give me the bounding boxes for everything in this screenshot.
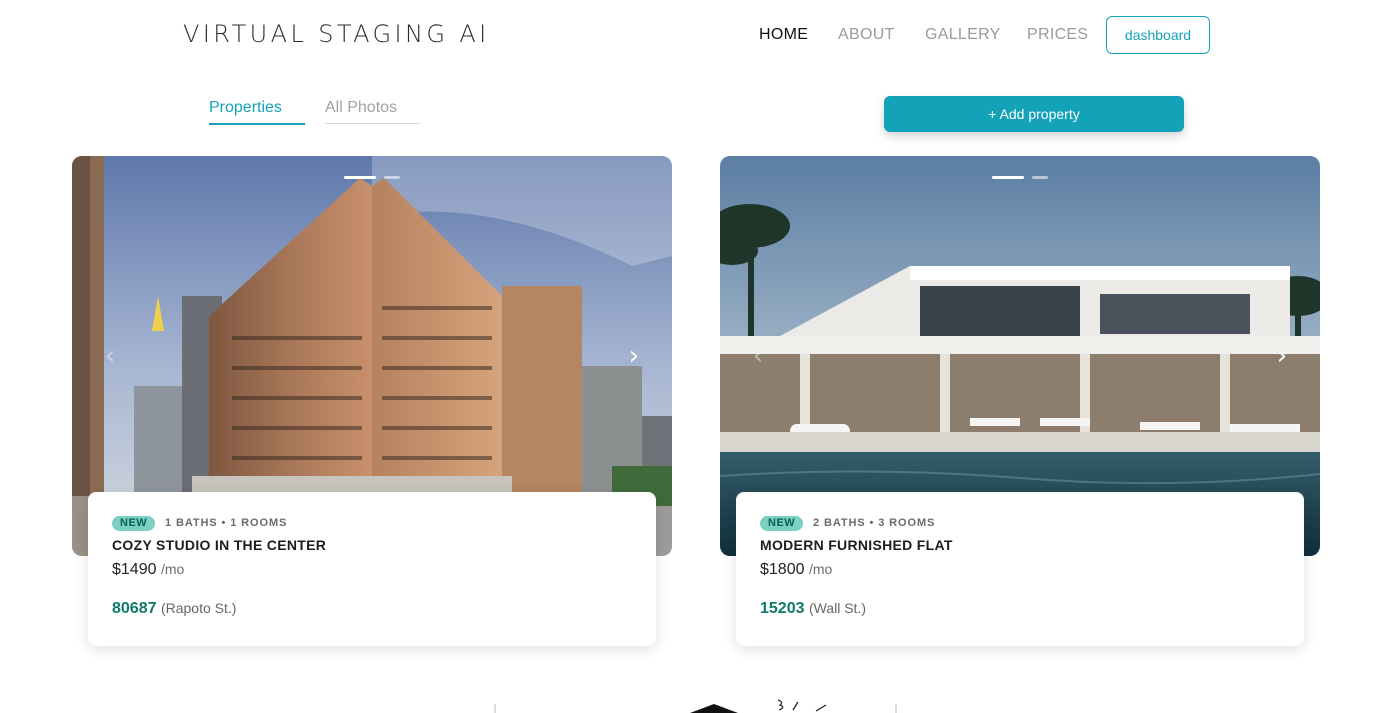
property-card[interactable]: NEW 1 BATHS • 1 ROOMS COZY STUDIO IN THE… [88, 492, 656, 646]
chevron-right-icon[interactable]: › [1270, 342, 1294, 370]
property-card[interactable]: NEW 2 BATHS • 3 ROOMS MODERN FURNISHED F… [736, 492, 1304, 646]
carousel-dots [72, 176, 672, 179]
page: VIRTUAL STAGING AI HOME ABOUT GALLERY PR… [0, 0, 1391, 713]
dashboard-button[interactable]: dashboard [1106, 16, 1210, 54]
zip-code: 80687 [112, 600, 157, 617]
property-location: 80687 (Rapoto St.) [112, 600, 236, 618]
property-meta: 1 BATHS • 1 ROOMS [165, 517, 288, 529]
property-title[interactable]: COZY STUDIO IN THE CENTER [112, 537, 326, 553]
tab-properties[interactable]: Properties [209, 99, 305, 125]
street-name: (Rapoto St.) [160, 600, 237, 616]
price-period: /mo [160, 561, 185, 577]
carousel-dots [720, 176, 1320, 179]
property-price: $1800 /mo [760, 561, 832, 579]
zip-code: 15203 [760, 600, 805, 617]
nav-home[interactable]: HOME [759, 26, 808, 44]
carousel-dot[interactable] [992, 176, 1024, 179]
price-period: /mo [808, 561, 833, 577]
bottom-sketch-fragment [494, 699, 897, 713]
property-location: 15203 (Wall St.) [760, 600, 866, 618]
price-value: $1490 [112, 561, 157, 578]
property-title[interactable]: MODERN FURNISHED FLAT [760, 537, 953, 553]
chevron-right-icon[interactable]: › [622, 342, 646, 370]
street-name: (Wall St.) [808, 600, 866, 616]
property-price: $1490 /mo [112, 561, 184, 579]
price-value: $1800 [760, 561, 805, 578]
tab-all-photos[interactable]: All Photos [325, 99, 420, 124]
property-meta: 2 BATHS • 3 ROOMS [813, 517, 936, 529]
new-badge: NEW [112, 516, 156, 531]
nav-prices[interactable]: PRICES [1027, 26, 1088, 44]
chevron-left-icon[interactable]: ‹ [746, 342, 770, 370]
nav-gallery[interactable]: GALLERY [925, 26, 1001, 44]
carousel-dot[interactable] [1032, 176, 1048, 179]
carousel-dot[interactable] [384, 176, 400, 179]
add-property-button[interactable]: + Add property [884, 96, 1184, 132]
chevron-left-icon[interactable]: ‹ [98, 342, 122, 370]
carousel-dot[interactable] [344, 176, 376, 179]
new-badge: NEW [760, 516, 804, 531]
nav-about[interactable]: ABOUT [838, 26, 895, 44]
brand-logo[interactable]: VIRTUAL STAGING AI [183, 20, 490, 48]
